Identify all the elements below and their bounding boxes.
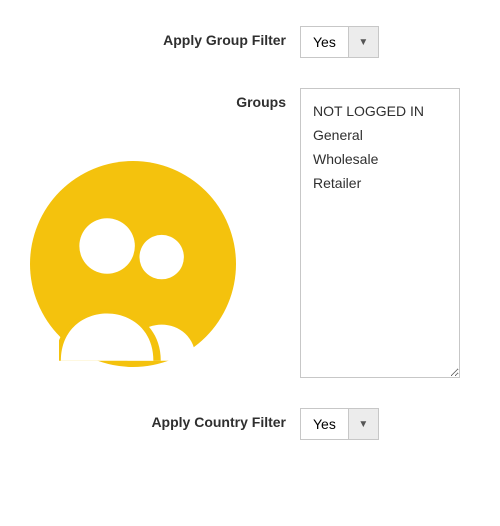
country-filter-value: Yes [300, 408, 349, 440]
groups-multiselect[interactable]: NOT LOGGED IN General Wholesale Retailer [300, 88, 460, 378]
country-filter-select[interactable]: Yes ▼ [300, 408, 470, 440]
group-filter-select[interactable]: Yes ▼ [300, 26, 470, 58]
users-icon [30, 161, 236, 367]
chevron-down-icon[interactable]: ▼ [349, 26, 379, 58]
chevron-down-icon[interactable]: ▼ [349, 408, 379, 440]
groups-option[interactable]: Wholesale [313, 147, 447, 171]
groups-option[interactable]: General [313, 123, 447, 147]
groups-option[interactable]: Retailer [313, 171, 447, 195]
country-filter-label: Apply Country Filter [0, 408, 300, 430]
groups-label: Groups [0, 88, 300, 110]
group-filter-label: Apply Group Filter [0, 26, 300, 48]
groups-option[interactable]: NOT LOGGED IN [313, 99, 447, 123]
group-filter-value: Yes [300, 26, 349, 58]
